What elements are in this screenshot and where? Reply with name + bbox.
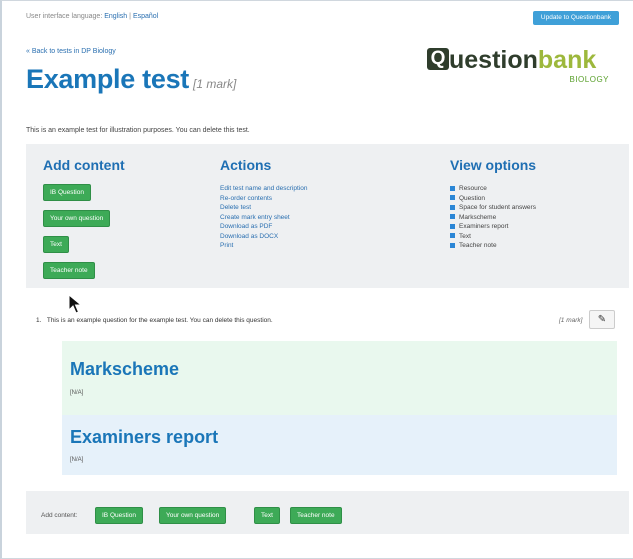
markscheme-section: Markscheme [N/A] — [62, 341, 617, 415]
language-english-link[interactable]: English — [104, 13, 127, 20]
checkbox-checked-icon[interactable] — [450, 185, 455, 191]
language-label: User interface language: — [26, 13, 103, 20]
logo-text-bank: bank — [537, 46, 597, 74]
bottom-add-content-bar: Add content: IB Question Your own questi… — [26, 491, 629, 534]
examiners-report-value: [N/A] — [70, 457, 84, 463]
page-frame: User interface language: English | Españ… — [0, 0, 633, 559]
view-option-label: Text — [459, 232, 471, 240]
action-delete-test[interactable]: Delete test — [220, 203, 251, 212]
add-content-heading: Add content — [43, 157, 125, 173]
view-option-label: Teacher note — [459, 242, 497, 249]
action-download-docx[interactable]: Download as DOCX — [220, 232, 278, 241]
view-option-text[interactable]: Text — [450, 232, 471, 241]
checkbox-checked-icon[interactable] — [450, 204, 455, 210]
question-marks: [1 mark] — [559, 317, 583, 324]
checkbox-checked-icon[interactable] — [450, 214, 455, 219]
bottom-add-own-question-button[interactable]: Your own question — [159, 507, 227, 524]
test-marks: [1 mark] — [192, 77, 237, 91]
actions-heading: Actions — [220, 157, 272, 173]
markscheme-value: [N/A] — [70, 390, 84, 396]
add-own-question-button[interactable]: Your own question — [43, 210, 111, 227]
view-options-heading: View options — [450, 157, 537, 173]
view-option-teacher-note[interactable]: Teacher note — [450, 241, 497, 250]
add-ib-question-button[interactable]: IB Question — [43, 184, 91, 201]
action-mark-entry-sheet[interactable]: Create mark entry sheet — [220, 213, 290, 222]
edit-question-button[interactable]: ✎ — [589, 310, 615, 329]
update-questionbank-button[interactable]: Update to Questionbank — [532, 11, 619, 25]
bottom-add-content-label: Add content: — [41, 512, 78, 519]
question-text: This is an example question for the exam… — [46, 317, 273, 324]
action-print[interactable]: Print — [220, 241, 233, 250]
view-option-label: Examiners report — [459, 223, 509, 230]
page-title: Example test [1 mark] — [26, 64, 236, 95]
test-description: This is an example test for illustration… — [26, 127, 250, 134]
view-option-label: Question — [459, 194, 486, 202]
pencil-icon: ✎ — [597, 314, 607, 325]
add-teacher-note-button[interactable]: Teacher note — [43, 262, 95, 279]
logo-subtitle: BIOLOGY — [569, 75, 609, 84]
view-option-examiners-report[interactable]: Examiners report — [450, 222, 509, 231]
checkbox-checked-icon[interactable] — [450, 223, 455, 229]
view-option-resource[interactable]: Resource — [450, 184, 487, 193]
markscheme-title: Markscheme — [70, 359, 180, 379]
view-option-question[interactable]: Question — [450, 194, 485, 203]
bottom-add-teacher-note-button[interactable]: Teacher note — [290, 507, 342, 524]
add-text-button[interactable]: Text — [43, 236, 69, 253]
view-option-markscheme[interactable]: Markscheme — [450, 213, 496, 222]
logo-q-badge: Q — [427, 48, 449, 70]
examiners-report-section: Examiners report [N/A] — [62, 415, 617, 475]
questionbank-logo: Questionbank BIOLOGY — [427, 48, 617, 93]
bottom-add-ib-question-button[interactable]: IB Question — [95, 507, 143, 524]
action-download-pdf[interactable]: Download as PDF — [220, 222, 272, 231]
view-option-label: Markscheme — [459, 213, 497, 221]
language-separator: | — [129, 13, 131, 20]
view-option-student-space[interactable]: Space for student answers — [450, 203, 536, 212]
checkbox-checked-icon[interactable] — [450, 242, 455, 248]
back-to-tests-link[interactable]: « Back to tests in DP Biology — [26, 48, 116, 55]
checkbox-checked-icon[interactable] — [450, 233, 455, 238]
question-row: 1. This is an example question for the e… — [36, 317, 273, 324]
language-spanish-link[interactable]: Español — [133, 13, 158, 20]
examiners-report-title: Examiners report — [70, 427, 219, 447]
language-selector: User interface language: English | Españ… — [26, 13, 158, 20]
logo-wordmark: uestionbank — [449, 46, 596, 74]
bottom-add-text-button[interactable]: Text — [254, 507, 280, 524]
test-title: Example test — [26, 64, 189, 94]
checkbox-checked-icon[interactable] — [450, 195, 455, 200]
view-option-label: Resource — [459, 185, 487, 192]
question-number: 1. — [36, 317, 42, 324]
mouse-pointer-icon — [68, 294, 82, 314]
action-reorder[interactable]: Re-order contents — [220, 194, 272, 203]
test-controls-panel: Add content IB Question Your own questio… — [26, 144, 629, 288]
logo-text-question: uestion — [449, 46, 538, 74]
view-option-label: Space for student answers — [459, 204, 536, 211]
action-edit-test[interactable]: Edit test name and description — [220, 184, 307, 193]
